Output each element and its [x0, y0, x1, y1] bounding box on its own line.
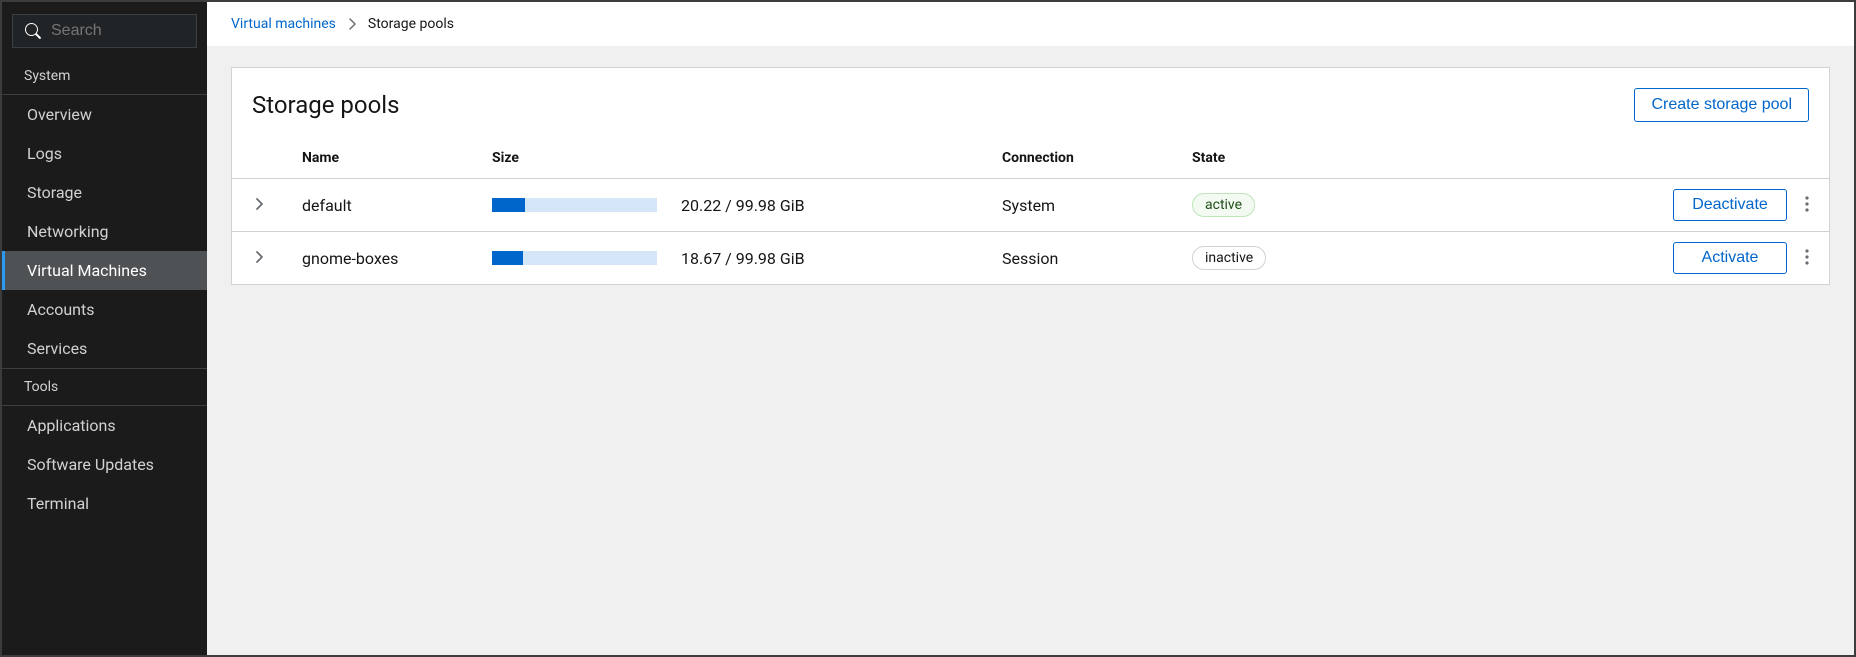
sidebar-item-applications[interactable]: Applications [2, 406, 207, 445]
pool-state-cell: inactive [1176, 232, 1376, 285]
kebab-icon [1805, 249, 1809, 268]
breadcrumb-parent-link[interactable]: Virtual machines [231, 16, 336, 32]
search-wrap [2, 2, 207, 58]
create-storage-pool-button[interactable]: Create storage pool [1634, 88, 1809, 122]
expand-row-button[interactable] [248, 192, 270, 219]
col-connection-header: Connection [986, 140, 1176, 179]
sidebar-item-logs[interactable]: Logs [2, 134, 207, 173]
chevron-right-icon [254, 198, 264, 213]
chevron-right-icon [254, 251, 264, 266]
breadcrumb-current: Storage pools [368, 16, 454, 32]
storage-pools-table: Name Size Connection State default 20.22 … [232, 140, 1829, 284]
sidebar-item-services[interactable]: Services [2, 329, 207, 368]
deactivate-button[interactable]: Deactivate [1673, 189, 1787, 221]
chevron-right-icon [348, 18, 356, 30]
sidebar-item-software-updates[interactable]: Software Updates [2, 445, 207, 484]
row-menu-button[interactable] [1795, 190, 1819, 221]
search-icon [25, 23, 41, 39]
search-input[interactable] [51, 22, 184, 40]
sidebar-item-terminal[interactable]: Terminal [2, 484, 207, 523]
expand-row-button[interactable] [248, 245, 270, 272]
pool-size-text: 18.67 / 99.98 GiB [681, 249, 805, 268]
row-menu-button[interactable] [1795, 243, 1819, 274]
usage-progress-bar [492, 251, 523, 265]
main-content: Virtual machines Storage pools Storage p… [207, 2, 1854, 655]
usage-progress-bar [492, 198, 525, 212]
state-badge: inactive [1192, 246, 1266, 271]
table-row: default 20.22 / 99.98 GiB System active Deac… [232, 179, 1829, 232]
sidebar-item-overview[interactable]: Overview [2, 95, 207, 134]
col-size-header: Size [476, 140, 986, 179]
pool-actions-cell: Deactivate [1376, 179, 1829, 232]
search-box[interactable] [12, 14, 197, 48]
sidebar-item-networking[interactable]: Networking [2, 212, 207, 251]
card-header: Storage pools Create storage pool [232, 68, 1829, 140]
storage-pools-card: Storage pools Create storage pool Name S… [231, 67, 1830, 285]
pool-connection: Session [986, 232, 1176, 285]
nav-section-title: System [2, 58, 207, 94]
col-name-header: Name [286, 140, 476, 179]
content-area: Storage pools Create storage pool Name S… [207, 47, 1854, 655]
usage-progress [492, 251, 657, 265]
state-badge: active [1192, 193, 1255, 218]
pool-name: default [286, 179, 476, 232]
col-expand-header [232, 140, 286, 179]
pool-actions-cell: Activate [1376, 232, 1829, 285]
pool-size-cell: 20.22 / 99.98 GiB [476, 179, 986, 232]
page-title: Storage pools [252, 91, 400, 119]
sidebar-item-virtual-machines[interactable]: Virtual Machines [2, 251, 207, 290]
table-row: gnome-boxes 18.67 / 99.98 GiB Session inact… [232, 232, 1829, 285]
pool-size-cell: 18.67 / 99.98 GiB [476, 232, 986, 285]
usage-progress [492, 198, 657, 212]
pool-connection: System [986, 179, 1176, 232]
activate-button[interactable]: Activate [1673, 242, 1787, 274]
sidebar-item-accounts[interactable]: Accounts [2, 290, 207, 329]
pool-name: gnome-boxes [286, 232, 476, 285]
col-actions-header [1376, 140, 1829, 179]
nav-section-title: Tools [2, 368, 207, 405]
sidebar-item-storage[interactable]: Storage [2, 173, 207, 212]
col-state-header: State [1176, 140, 1376, 179]
kebab-icon [1805, 196, 1809, 215]
breadcrumb: Virtual machines Storage pools [207, 2, 1854, 47]
pool-size-text: 20.22 / 99.98 GiB [681, 196, 805, 215]
pool-state-cell: active [1176, 179, 1376, 232]
sidebar: SystemOverviewLogsStorageNetworkingVirtu… [2, 2, 207, 655]
